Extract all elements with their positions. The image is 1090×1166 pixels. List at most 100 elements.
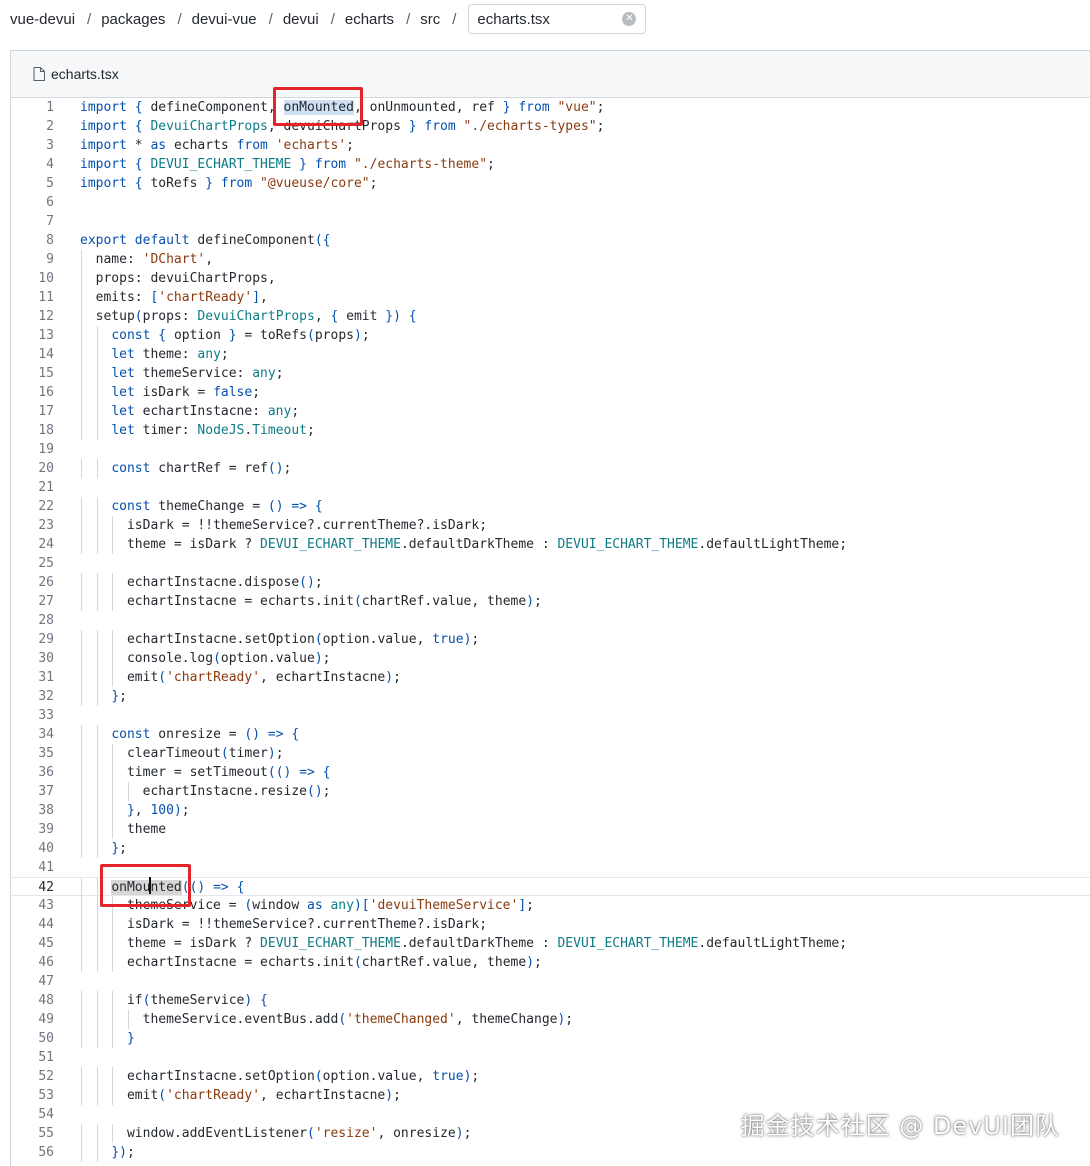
code-text: export default defineComponent({	[80, 233, 331, 248]
breadcrumb-separator: /	[87, 10, 92, 28]
line-number: 14	[38, 347, 54, 362]
code-line[interactable]: 50 }	[11, 1029, 1090, 1048]
code-line[interactable]: 53 emit('chartReady', echartInstacne);	[11, 1086, 1090, 1105]
code-line[interactable]: 31 emit('chartReady', echartInstacne);	[11, 668, 1090, 687]
line-number: 26	[38, 575, 54, 590]
line-number: 40	[38, 841, 54, 856]
code-line[interactable]: 15 let themeService: any;	[11, 364, 1090, 383]
breadcrumb-item-packages[interactable]: packages	[91, 11, 165, 28]
line-number: 18	[38, 423, 54, 438]
line-number: 42	[38, 880, 54, 895]
code-line[interactable]: 44 isDark = !!themeService?.currentTheme…	[11, 915, 1090, 934]
code-line[interactable]: 34 const onresize = () => {	[11, 725, 1090, 744]
breadcrumb-item-devui-vue[interactable]: devui-vue	[182, 11, 257, 28]
code-text: let themeService: any;	[111, 366, 284, 381]
code-line[interactable]: 2 import { DevuiChartProps, devuiChartPro…	[11, 117, 1090, 136]
breadcrumb-item-devui[interactable]: devui	[273, 11, 319, 28]
code-line[interactable]: 23 isDark = !!themeService?.currentTheme…	[11, 516, 1090, 535]
file-name: echarts.tsx	[51, 66, 119, 82]
line-number: 12	[38, 309, 54, 324]
code-text: let theme: any;	[111, 347, 229, 362]
code-line[interactable]: 35 clearTimeout(timer);	[11, 744, 1090, 763]
breadcrumb-item-src[interactable]: src	[410, 11, 440, 28]
highlight-box	[100, 864, 191, 907]
code-line[interactable]: 3 import * as echarts from 'echarts';	[11, 136, 1090, 155]
code-line[interactable]: 17 let echartInstacne: any;	[11, 402, 1090, 421]
line-number: 37	[38, 784, 54, 799]
code-text: timer = setTimeout(() => {	[126, 765, 331, 780]
code-text: const chartRef = ref();	[111, 461, 292, 476]
code-line[interactable]: 1 import { defineComponent, onMounted, on…	[11, 98, 1090, 117]
code-line[interactable]: 39 theme	[11, 820, 1090, 839]
line-number: 53	[38, 1088, 54, 1103]
line-number: 39	[38, 822, 54, 837]
code-text: import { toRefs } from "@vueuse/core";	[80, 176, 378, 191]
code-line[interactable]: 45 theme = isDark ? DEVUI_ECHART_THEME.d…	[11, 934, 1090, 953]
code-line[interactable]: 14 let theme: any;	[11, 345, 1090, 364]
code-line[interactable]: 7	[11, 212, 1090, 231]
breadcrumb-item-vue-devui[interactable]: vue-devui	[0, 11, 75, 28]
line-number: 1	[46, 100, 54, 115]
code-text: name: 'DChart',	[95, 252, 214, 267]
code-line[interactable]: 18 let timer: NodeJS.Timeout;	[11, 421, 1090, 440]
code-line[interactable]: 27 echartInstacne = echarts.init(chartRe…	[11, 592, 1090, 611]
code-line[interactable]: 19	[11, 440, 1090, 459]
code-line[interactable]: 25	[11, 554, 1090, 573]
code-line[interactable]: 12 setup(props: DevuiChartProps, { emit …	[11, 307, 1090, 326]
code-text: import * as echarts from 'echarts';	[80, 138, 354, 153]
line-number: 56	[38, 1145, 54, 1160]
code-line[interactable]: 51	[11, 1048, 1090, 1067]
code-text: let echartInstacne: any;	[111, 404, 300, 419]
code-line[interactable]: 5 import { toRefs } from "@vueuse/core";	[11, 174, 1090, 193]
code-line[interactable]: 30 console.log(option.value);	[11, 649, 1090, 668]
code-line[interactable]: 10 props: devuiChartProps,	[11, 269, 1090, 288]
code-line[interactable]: 52 echartInstacne.setOption(option.value…	[11, 1067, 1090, 1086]
code-line[interactable]: 6	[11, 193, 1090, 212]
line-number: 15	[38, 366, 54, 381]
line-number: 22	[38, 499, 54, 514]
code-line[interactable]: 28	[11, 611, 1090, 630]
code-line[interactable]: 56 });	[11, 1143, 1090, 1162]
code-text: const onresize = () => {	[111, 727, 300, 742]
code-line[interactable]: 11 emits: ['chartReady'],	[11, 288, 1090, 307]
code-line[interactable]: 26 echartInstacne.dispose();	[11, 573, 1090, 592]
line-number: 9	[46, 252, 54, 267]
code-text: });	[111, 1145, 135, 1160]
code-line[interactable]: 46 echartInstacne = echarts.init(chartRe…	[11, 953, 1090, 972]
code-line[interactable]: 33	[11, 706, 1090, 725]
code-line[interactable]: 32 };	[11, 687, 1090, 706]
code-line[interactable]: 24 theme = isDark ? DEVUI_ECHART_THEME.d…	[11, 535, 1090, 554]
filename-input[interactable]: echarts.tsx ✕	[468, 4, 647, 34]
code-line[interactable]: 36 timer = setTimeout(() => {	[11, 763, 1090, 782]
breadcrumb-item-echarts[interactable]: echarts	[335, 11, 394, 28]
code-text: import { DEVUI_ECHART_THEME } from "./ec…	[80, 157, 495, 172]
code-line[interactable]: 47	[11, 972, 1090, 991]
code-line[interactable]: 29 echartInstacne.setOption(option.value…	[11, 630, 1090, 649]
line-number: 43	[38, 898, 54, 913]
code-line[interactable]: 37 echartInstacne.resize();	[11, 782, 1090, 801]
breadcrumb-separator: /	[330, 10, 335, 28]
code-line[interactable]: 16 let isDark = false;	[11, 383, 1090, 402]
code-line[interactable]: 21	[11, 478, 1090, 497]
code-line[interactable]: 49 themeService.eventBus.add('themeChang…	[11, 1010, 1090, 1029]
code-line[interactable]: 48 if(themeService) {	[11, 991, 1090, 1010]
code-text: if(themeService) {	[126, 993, 268, 1008]
code-text: echartInstacne = echarts.init(chartRef.v…	[126, 594, 542, 609]
code-line[interactable]: 9 name: 'DChart',	[11, 250, 1090, 269]
code-line[interactable]: 38 }, 100);	[11, 801, 1090, 820]
code-line[interactable]: 13 const { option } = toRefs(props);	[11, 326, 1090, 345]
file-viewer: echarts.tsx 1 import { defineComponent, o…	[10, 50, 1090, 1166]
code-text: echartInstacne.resize();	[142, 784, 331, 799]
clear-icon[interactable]: ✕	[622, 12, 637, 26]
line-number: 45	[38, 936, 54, 951]
code-text: console.log(option.value);	[126, 651, 331, 666]
code-line[interactable]: 40 };	[11, 839, 1090, 858]
code-line[interactable]: 8 export default defineComponent({	[11, 231, 1090, 250]
line-number: 28	[38, 613, 54, 628]
line-number: 47	[38, 974, 54, 989]
code-line[interactable]: 22 const themeChange = () => {	[11, 497, 1090, 516]
code-line[interactable]: 4 import { DEVUI_ECHART_THEME } from "./e…	[11, 155, 1090, 174]
code-view: 1 import { defineComponent, onMounted, on…	[11, 98, 1090, 1162]
code-text: echartInstacne = echarts.init(chartRef.v…	[126, 955, 542, 970]
code-line[interactable]: 20 const chartRef = ref();	[11, 459, 1090, 478]
